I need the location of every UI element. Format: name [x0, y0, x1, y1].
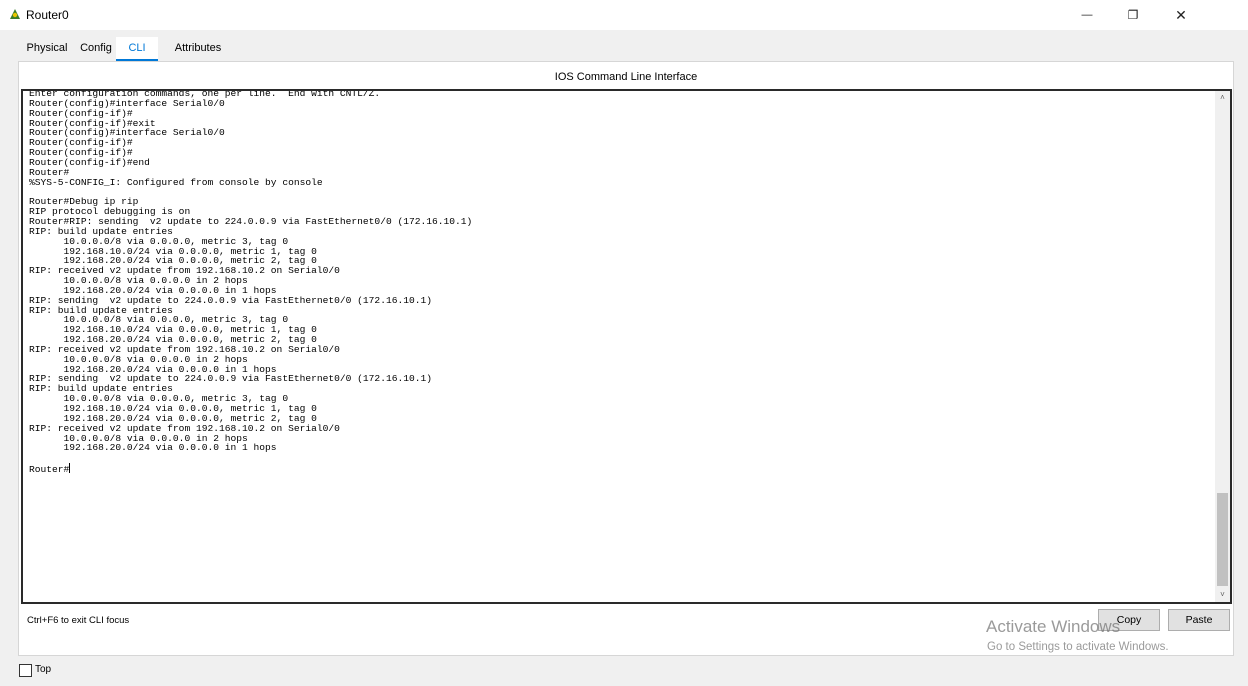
- router-app-icon: [10, 9, 20, 19]
- console-line: Router(config)#interface Serial0/0: [29, 97, 225, 109]
- paste-button[interactable]: Paste: [1168, 609, 1230, 631]
- scroll-thumb[interactable]: [1217, 493, 1228, 586]
- console-line: %SYS-5-CONFIG_I: Configured from console…: [29, 176, 323, 188]
- console-line: Router(config-if)#: [29, 137, 133, 149]
- console-line: Router#: [29, 463, 71, 476]
- console-output: Enter configuration commands, one per li…: [29, 91, 1209, 476]
- maximize-button[interactable]: ❐: [1110, 0, 1156, 30]
- tab-attributes[interactable]: Attributes: [164, 37, 232, 59]
- console-line: 192.168.20.0/24 via 0.0.0.0 in 1 hops: [29, 442, 277, 454]
- top-checkbox-label: Top: [35, 664, 52, 675]
- cli-panel: IOS Command Line Interface Enter configu…: [18, 61, 1234, 656]
- cli-console[interactable]: Enter configuration commands, one per li…: [21, 89, 1232, 604]
- top-checkbox[interactable]: [19, 664, 32, 677]
- tab-cli[interactable]: CLI: [116, 37, 158, 61]
- console-line: Router(config-if)#: [29, 147, 133, 159]
- console-line: RIP: sending v2 update to 224.0.0.9 via …: [29, 373, 433, 385]
- cli-header: IOS Command Line Interface: [554, 71, 698, 83]
- activate-windows-title: Activate Windows: [986, 617, 1121, 636]
- close-button[interactable]: ✕: [1156, 0, 1206, 30]
- window-title: Router0: [26, 8, 69, 22]
- console-line: Router#Debug ip rip: [29, 196, 139, 208]
- tab-config[interactable]: Config: [73, 37, 119, 59]
- minimize-button[interactable]: —: [1064, 0, 1110, 30]
- text-cursor: [69, 463, 71, 474]
- restore-icon: ❐: [1127, 8, 1139, 22]
- scroll-down-icon[interactable]: ˅: [1215, 588, 1230, 602]
- console-line: Router#RIP: sending v2 update to 224.0.0…: [29, 215, 473, 227]
- console-line: Router(config-if)#end: [29, 156, 150, 168]
- console-line: RIP: sending v2 update to 224.0.0.9 via …: [29, 294, 433, 306]
- console-scrollbar[interactable]: ˄ ˅: [1215, 91, 1230, 602]
- scroll-up-icon[interactable]: ˄: [1215, 91, 1230, 105]
- title-bar: Router0 — ❐ ✕: [0, 0, 1248, 30]
- tab-physical[interactable]: Physical: [18, 37, 76, 59]
- activate-windows-subtitle: Go to Settings to activate Windows.: [987, 641, 1169, 653]
- console-line: Router(config)#interface Serial0/0: [29, 127, 225, 139]
- exit-focus-hint: Ctrl+F6 to exit CLI focus: [27, 615, 130, 626]
- close-icon: ✕: [1175, 6, 1187, 23]
- console-line: Router(config-if)#: [29, 107, 133, 119]
- minimize-icon: —: [1081, 9, 1093, 21]
